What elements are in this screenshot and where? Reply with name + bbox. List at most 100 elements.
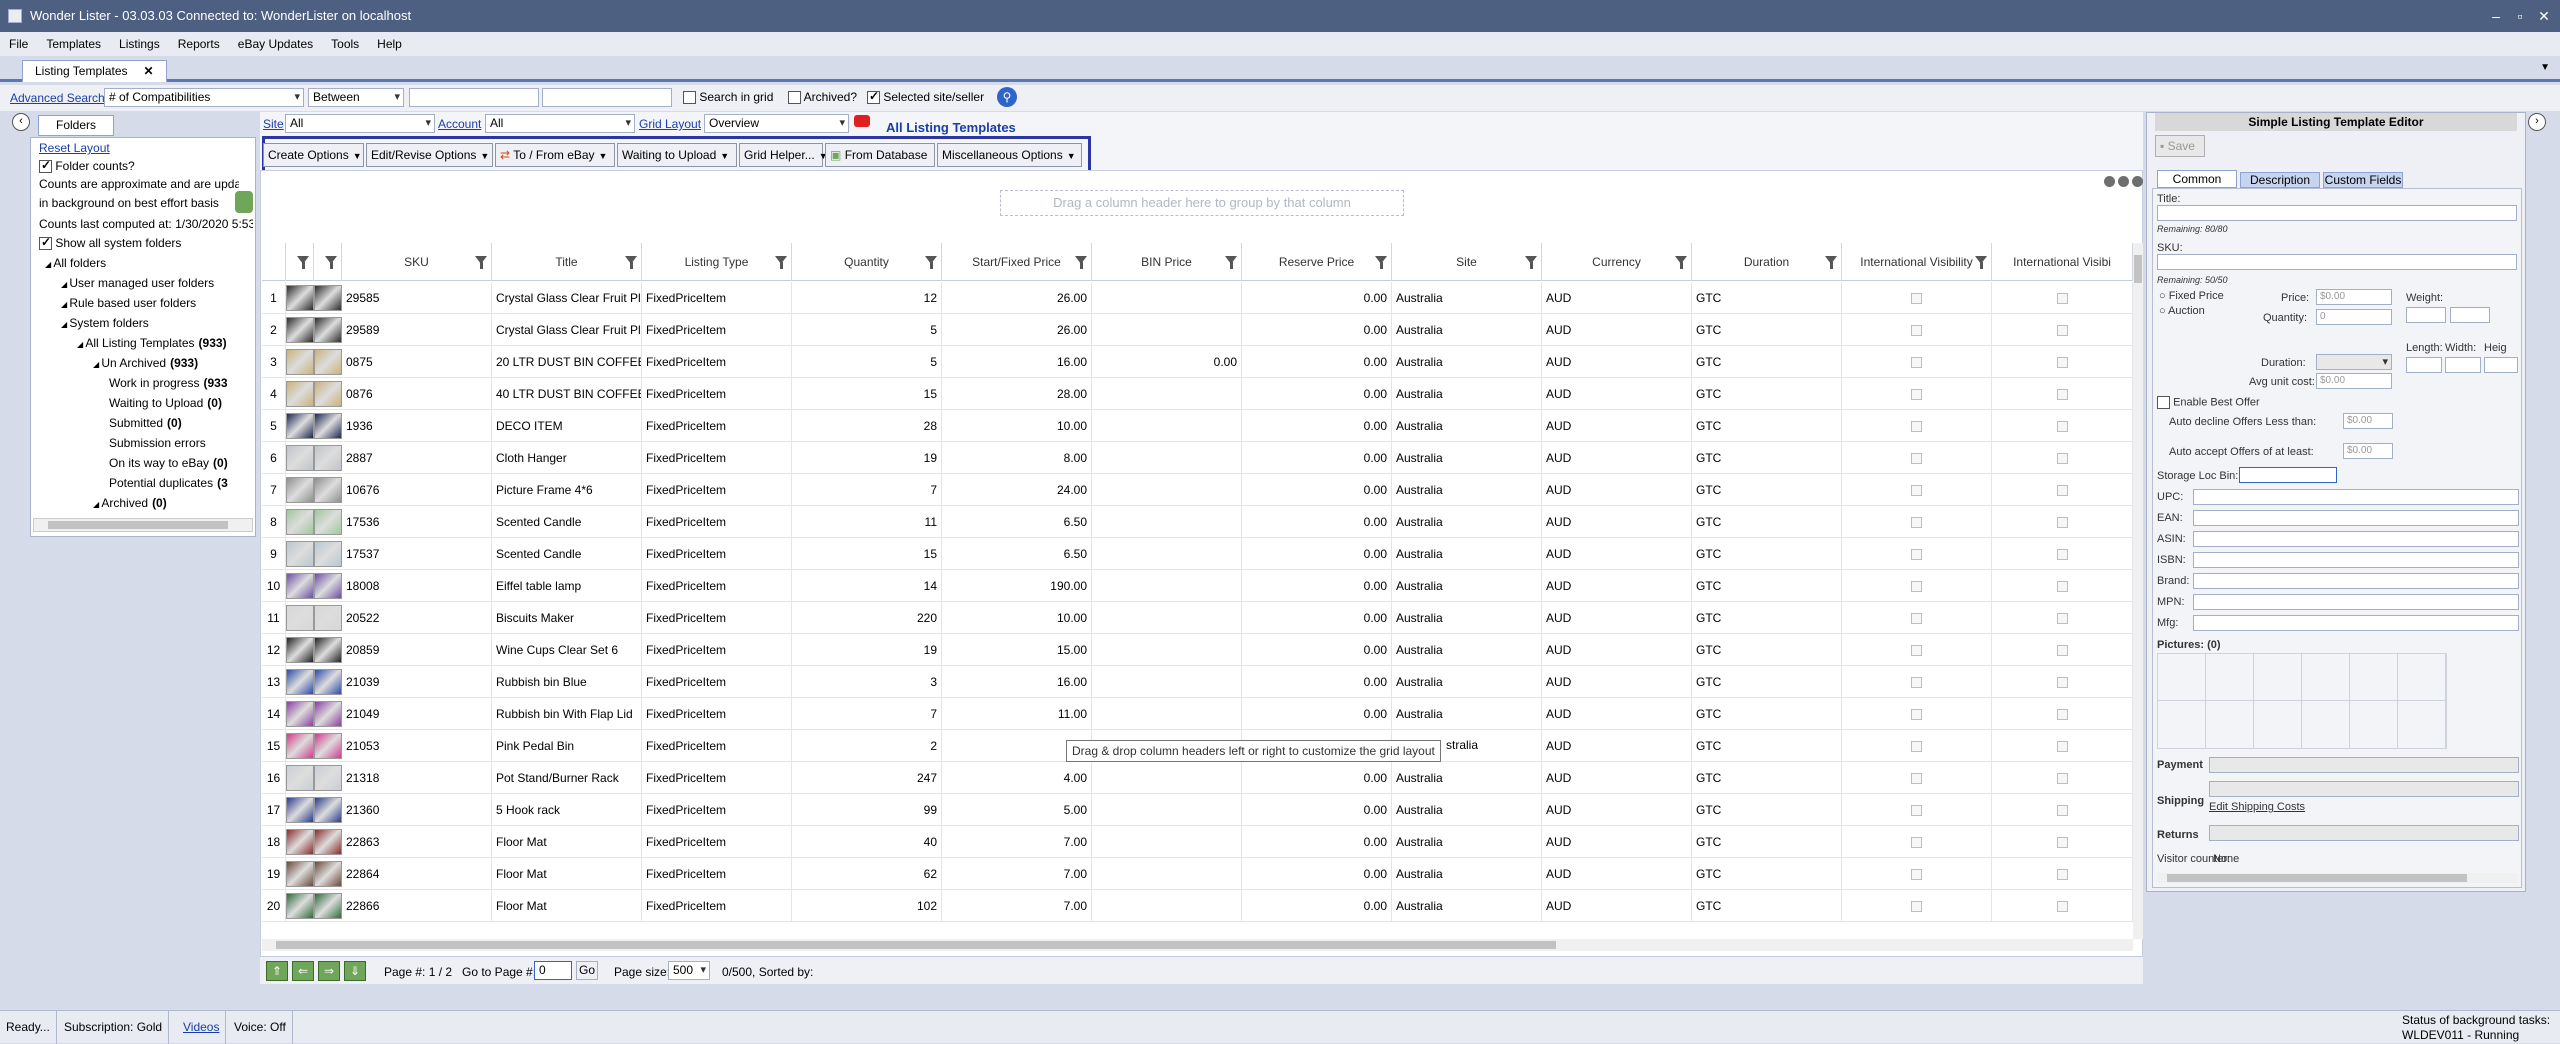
sku-input[interactable] <box>2157 254 2517 270</box>
menu-file[interactable]: File <box>0 32 37 56</box>
cell-price[interactable]: 26.00 <box>942 282 1092 314</box>
intl-visibility-checkbox[interactable] <box>2056 453 2068 465</box>
table-row[interactable]: 20 22866 Floor Mat FixedPriceItem 102 7.00 0.0… <box>262 890 2133 922</box>
create-options-button[interactable]: Create Options ▼ <box>263 143 364 167</box>
table-row[interactable]: 11 20522 Biscuits Maker FixedPriceItem 220 10… <box>262 602 2133 634</box>
cell-type[interactable]: FixedPriceItem <box>642 730 792 762</box>
cell-site[interactable]: Australia <box>1392 506 1542 538</box>
cell-qty[interactable]: 40 <box>792 826 942 858</box>
identifier-input[interactable] <box>2193 552 2519 568</box>
cell-dur[interactable]: GTC <box>1692 666 1842 698</box>
cell-reserve[interactable]: 0.00 <box>1242 890 1392 922</box>
intl-visibility-checkbox[interactable] <box>2056 773 2068 785</box>
cell-cur[interactable]: AUD <box>1542 826 1692 858</box>
product-thumbnail[interactable] <box>314 893 342 919</box>
go-button[interactable]: Go <box>576 961 598 980</box>
collapse-right-icon[interactable]: › <box>2528 113 2546 131</box>
cell-sku[interactable]: 22866 <box>342 890 492 922</box>
product-thumbnail[interactable] <box>286 413 314 439</box>
table-row[interactable]: 7 10676 Picture Frame 4*6 FixedPriceItem 7 24… <box>262 474 2133 506</box>
cell-bin[interactable] <box>1092 634 1242 666</box>
next-page-icon[interactable]: ⇒ <box>318 961 340 981</box>
cell-bin[interactable] <box>1092 602 1242 634</box>
tree-item[interactable]: ◢ Rule based user folders <box>61 296 200 310</box>
cell-type[interactable]: FixedPriceItem <box>642 602 792 634</box>
product-thumbnail[interactable] <box>314 733 342 759</box>
intl-visibility-checkbox[interactable] <box>2056 677 2068 689</box>
cell-site[interactable]: Australia <box>1392 282 1542 314</box>
cell-type[interactable]: FixedPriceItem <box>642 410 792 442</box>
filter-icon[interactable] <box>325 256 337 269</box>
checkbox-cell[interactable] <box>1842 378 1992 410</box>
grid-option-dot-1[interactable] <box>2104 176 2115 187</box>
menu-reports[interactable]: Reports <box>169 32 229 56</box>
cell-dur[interactable]: GTC <box>1692 730 1842 762</box>
intl-visibility-checkbox[interactable] <box>2056 709 2068 721</box>
checkbox-cell[interactable] <box>1842 442 1992 474</box>
cell-price[interactable]: 6.50 <box>942 506 1092 538</box>
menu-listings[interactable]: Listings <box>110 32 169 56</box>
table-row[interactable]: 5 1936 DECO ITEM FixedPriceItem 28 10.00 0.00 A… <box>262 410 2133 442</box>
cell-cur[interactable]: AUD <box>1542 378 1692 410</box>
product-thumbnail[interactable] <box>314 573 342 599</box>
cell-type[interactable]: FixedPriceItem <box>642 314 792 346</box>
cell-bin[interactable] <box>1092 794 1242 826</box>
product-thumbnail[interactable] <box>286 733 314 759</box>
cell-dur[interactable]: GTC <box>1692 282 1842 314</box>
cell-bin[interactable] <box>1092 378 1242 410</box>
page-size-select[interactable]: 500 <box>668 961 710 980</box>
tree-item[interactable]: On its way to eBay (0) <box>109 456 228 470</box>
cell-title[interactable]: Crystal Glass Clear Fruit Plat <box>492 314 642 346</box>
product-thumbnail[interactable] <box>286 349 314 375</box>
cell-price[interactable]: 28.00 <box>942 378 1092 410</box>
column-header[interactable]: Title <box>492 243 642 281</box>
visitor-counter-value[interactable]: None <box>2213 853 2239 865</box>
cell-bin[interactable] <box>1092 858 1242 890</box>
checkbox-cell[interactable] <box>1992 730 2133 762</box>
checkbox-cell[interactable] <box>1842 634 1992 666</box>
cell-title[interactable]: Biscuits Maker <box>492 602 642 634</box>
product-thumbnail[interactable] <box>286 573 314 599</box>
product-thumbnail[interactable] <box>286 701 314 727</box>
cell-site[interactable]: Australia <box>1392 538 1542 570</box>
column-header[interactable]: Start/Fixed Price <box>942 243 1092 281</box>
intl-visibility-checkbox[interactable] <box>2056 421 2068 433</box>
cell-title[interactable]: 5 Hook rack <box>492 794 642 826</box>
cell-type[interactable]: FixedPriceItem <box>642 858 792 890</box>
cell-type[interactable]: FixedPriceItem <box>642 570 792 602</box>
tab-description[interactable]: Description <box>2240 172 2320 188</box>
intl-visibility-checkbox[interactable] <box>2056 357 2068 369</box>
cell-dur[interactable]: GTC <box>1692 826 1842 858</box>
table-row[interactable]: 2 29589 Crystal Glass Clear Fruit Plat Fixe… <box>262 314 2133 346</box>
checkbox-cell[interactable] <box>1842 666 1992 698</box>
column-header[interactable]: Duration <box>1692 243 1842 281</box>
archived-checkbox[interactable] <box>788 91 801 105</box>
storage-bin-input[interactable] <box>2239 467 2337 483</box>
product-thumbnail[interactable] <box>286 893 314 919</box>
cell-price[interactable]: 11.00 <box>942 698 1092 730</box>
intl-visibility-checkbox[interactable] <box>1911 613 1922 625</box>
first-page-icon[interactable]: ⇑ <box>266 961 288 981</box>
cell-title[interactable]: Floor Mat <box>492 826 642 858</box>
cell-reserve[interactable]: 0.00 <box>1242 602 1392 634</box>
avg-unit-cost-input[interactable]: $0.00 <box>2316 373 2392 389</box>
auction-radio[interactable]: ○ Auction <box>2159 305 2205 317</box>
intl-visibility-checkbox[interactable] <box>1911 421 1922 433</box>
product-thumbnail[interactable] <box>314 381 342 407</box>
grid-option-dot-2[interactable] <box>2118 176 2129 187</box>
editor-horizontal-scrollbar[interactable] <box>2157 873 2517 883</box>
title-input[interactable] <box>2157 205 2517 221</box>
cell-cur[interactable]: AUD <box>1542 506 1692 538</box>
cell-sku[interactable]: 21039 <box>342 666 492 698</box>
checkbox-cell[interactable] <box>1992 890 2133 922</box>
intl-visibility-checkbox[interactable] <box>1911 453 1922 465</box>
cell-dur[interactable]: GTC <box>1692 346 1842 378</box>
table-row[interactable]: 14 21049 Rubbish bin With Flap Lid FixedPri… <box>262 698 2133 730</box>
product-thumbnail[interactable] <box>314 477 342 503</box>
cell-bin[interactable] <box>1092 570 1242 602</box>
cell-type[interactable]: FixedPriceItem <box>642 474 792 506</box>
account-label[interactable]: Account <box>438 117 481 131</box>
folder-counts-checkbox[interactable] <box>39 158 52 174</box>
cell-price[interactable]: 5.00 <box>942 794 1092 826</box>
cell-title[interactable]: DECO ITEM <box>492 410 642 442</box>
